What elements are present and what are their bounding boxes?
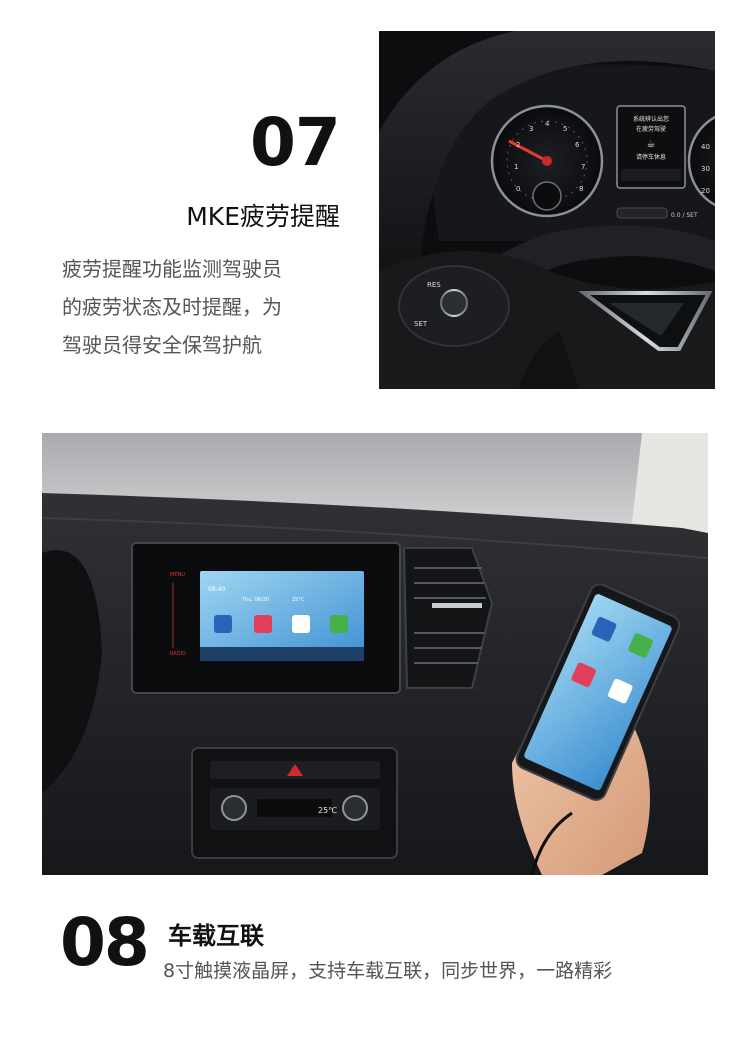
svg-text:40: 40 — [701, 143, 710, 151]
section-number-07: 07 — [250, 104, 341, 181]
svg-text:3: 3 — [529, 125, 533, 133]
svg-text:4: 4 — [545, 120, 550, 128]
instrument-cluster-illustration: 2 3 4 5 6 7 8 1 0 系统辨认出您 在疲劳驾驶 ☕ 请停车休息 4… — [379, 31, 715, 389]
section-title-connectivity: 车载互联 — [168, 922, 264, 950]
carlife-app-icon — [292, 615, 310, 633]
section-description-fatigue: 疲劳提醒功能监测驾驶员 的疲劳状态及时提醒，为 驾驶员得安全保驾护航 — [62, 250, 342, 364]
phone-app-icon — [330, 615, 348, 633]
svg-text:1: 1 — [514, 163, 518, 171]
svg-text:20: 20 — [701, 187, 710, 195]
infotainment-dashboard-photo: MENU RADIO 08:40 Thu. 06/20 25°C 25℃ — [42, 433, 708, 875]
cluster-message-line: 在疲劳驾驶 — [636, 125, 666, 133]
steering-control-button — [440, 289, 468, 317]
climate-temperature: 25℃ — [318, 806, 337, 815]
menu-label: MENU — [170, 572, 185, 578]
res-button-label: RES — [427, 281, 441, 289]
svg-text:8: 8 — [579, 185, 583, 193]
screen-time: 08:40 — [208, 586, 225, 593]
svg-text:6: 6 — [575, 141, 580, 149]
odometer-set-button-label: 0.0 / SET — [671, 212, 698, 219]
description-line: 驾驶员得安全保驾护航 — [62, 333, 262, 357]
music-app-icon — [254, 615, 272, 633]
svg-text:30: 30 — [701, 165, 710, 173]
svg-text:0: 0 — [516, 185, 520, 193]
screen-date: Thu. 06/20 — [241, 597, 269, 603]
climate-knob-left — [221, 795, 247, 821]
screen-temperature: 25°C — [292, 597, 305, 603]
svg-text:7: 7 — [581, 163, 585, 171]
radio-label: RADIO — [170, 651, 186, 657]
dashboard-illustration: MENU RADIO 08:40 Thu. 06/20 25°C 25℃ — [42, 433, 708, 875]
cluster-message-line: 系统辨认出您 — [633, 115, 669, 123]
description-line: 疲劳提醒功能监测驾驶员 — [62, 257, 282, 281]
climate-knob-right — [342, 795, 368, 821]
instrument-cluster-photo: 2 3 4 5 6 7 8 1 0 系统辨认出您 在疲劳驾驶 ☕ 请停车休息 4… — [379, 31, 715, 389]
section-title-fatigue-reminder: MKE疲劳提醒 — [186, 202, 340, 231]
section-number-08: 08 — [60, 904, 150, 981]
navigation-app-icon — [214, 615, 232, 633]
section-description-connectivity: 8寸触摸液晶屏，支持车载互联，同步世界，一路精彩 — [163, 960, 613, 982]
description-line: 的疲劳状态及时提醒，为 — [62, 295, 282, 319]
cluster-message-line: 请停车休息 — [636, 153, 666, 161]
svg-text:2: 2 — [516, 141, 520, 149]
svg-text:5: 5 — [563, 125, 567, 133]
set-button-label: SET — [414, 320, 428, 328]
coffee-cup-icon: ☕ — [647, 139, 656, 150]
